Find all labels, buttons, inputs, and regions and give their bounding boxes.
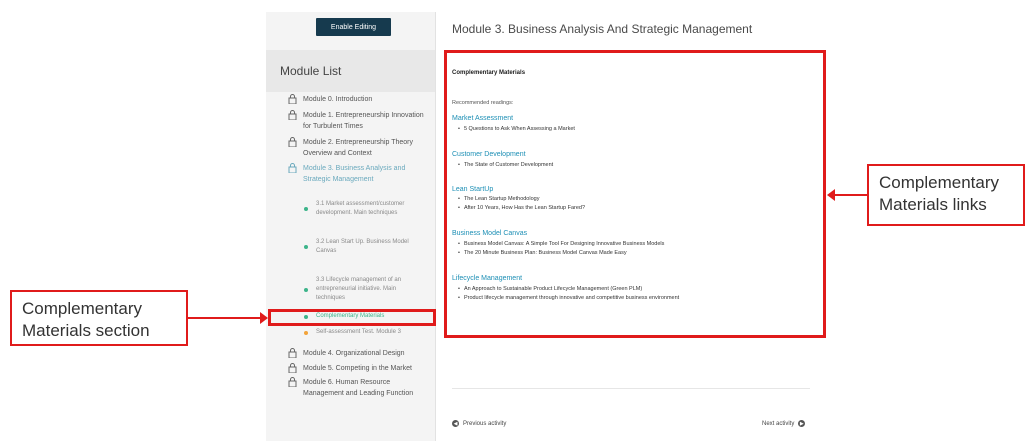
module-item-4[interactable]: Module 4. Organizational Design	[288, 348, 428, 359]
page-title: Module 3. Business Analysis And Strategi…	[452, 22, 753, 36]
module-item-6[interactable]: Module 6. Human Resource Management and …	[288, 377, 428, 399]
lock-icon	[288, 163, 297, 173]
content-divider	[452, 388, 810, 389]
annotation-arrow-line-right	[834, 194, 867, 196]
submodule-item-3-3[interactable]: 3.3 Lifecycle management of an entrepren…	[304, 276, 426, 303]
annotation-arrow-line-left	[188, 317, 262, 319]
annotation-complementary-links: Complementary Materials links	[867, 164, 1025, 226]
module-label: Module 6. Human Resource Management and …	[303, 379, 414, 397]
module-label: Module 1. Entrepreneurship Innovation fo…	[303, 112, 424, 130]
module-item-3-active[interactable]: Module 3. Business Analysis and Strategi…	[288, 163, 428, 185]
arrow-right-icon: ▶	[798, 420, 806, 427]
complementary-section-highlight-box	[268, 309, 436, 326]
submodule-item-3-2[interactable]: 3.2 Lean Start Up. Business Model Canvas	[304, 238, 426, 256]
next-activity-button[interactable]: Next activity ▶	[762, 420, 806, 427]
submodule-item-3-1[interactable]: 3.1 Market assessment/customer developme…	[304, 200, 426, 218]
self-assessment-link[interactable]: Self-assessment Test. Module 3	[304, 328, 426, 337]
complementary-links-highlight-box	[444, 50, 826, 338]
module-item-2[interactable]: Module 2. Entrepreneurship Theory Overvi…	[288, 137, 428, 159]
status-dot	[304, 287, 308, 292]
arrow-left-head	[827, 189, 835, 201]
module-item-0[interactable]: Module 0. Introduction	[288, 94, 428, 105]
previous-activity-button[interactable]: ◀ Previous activity	[452, 420, 506, 427]
arrow-right-head	[260, 312, 268, 324]
module-label: Module 3. Business Analysis and Strategi…	[303, 165, 406, 183]
lock-icon	[288, 348, 297, 358]
lock-icon	[288, 363, 297, 373]
module-label: Module 5. Competing in the Market	[303, 365, 412, 372]
submodule-label: 3.2 Lean Start Up. Business Model Canvas	[316, 239, 409, 254]
status-dot	[304, 245, 308, 249]
annotation-complementary-section: Complementary Materials section	[10, 290, 188, 346]
submodule-label: 3.1 Market assessment/customer developme…	[316, 201, 405, 216]
module-list-header: Module List	[266, 50, 435, 92]
lock-icon	[288, 110, 297, 120]
submodule-label: 3.3 Lifecycle management of an entrepren…	[316, 277, 402, 301]
lock-icon	[288, 377, 297, 387]
lock-icon	[288, 137, 297, 147]
status-dot	[304, 207, 308, 211]
module-label: Module 2. Entrepreneurship Theory Overvi…	[303, 139, 413, 157]
next-activity-label: Next activity	[762, 420, 795, 427]
enable-editing-button[interactable]: Enable Editing	[316, 18, 391, 36]
lock-icon	[288, 94, 297, 104]
module-list-title: Module List	[280, 64, 342, 78]
status-dot	[304, 330, 308, 335]
arrow-left-icon: ◀	[452, 420, 459, 427]
previous-activity-label: Previous activity	[463, 420, 507, 427]
module-sidebar: Enable Editing Module List Module 0. Int…	[266, 12, 436, 441]
submodule-label: Self-assessment Test. Module 3	[316, 329, 401, 335]
module-label: Module 4. Organizational Design	[303, 350, 405, 357]
module-item-5[interactable]: Module 5. Competing in the Market	[288, 363, 428, 374]
module-item-1[interactable]: Module 1. Entrepreneurship Innovation fo…	[288, 110, 428, 132]
module-label: Module 0. Introduction	[303, 96, 373, 103]
